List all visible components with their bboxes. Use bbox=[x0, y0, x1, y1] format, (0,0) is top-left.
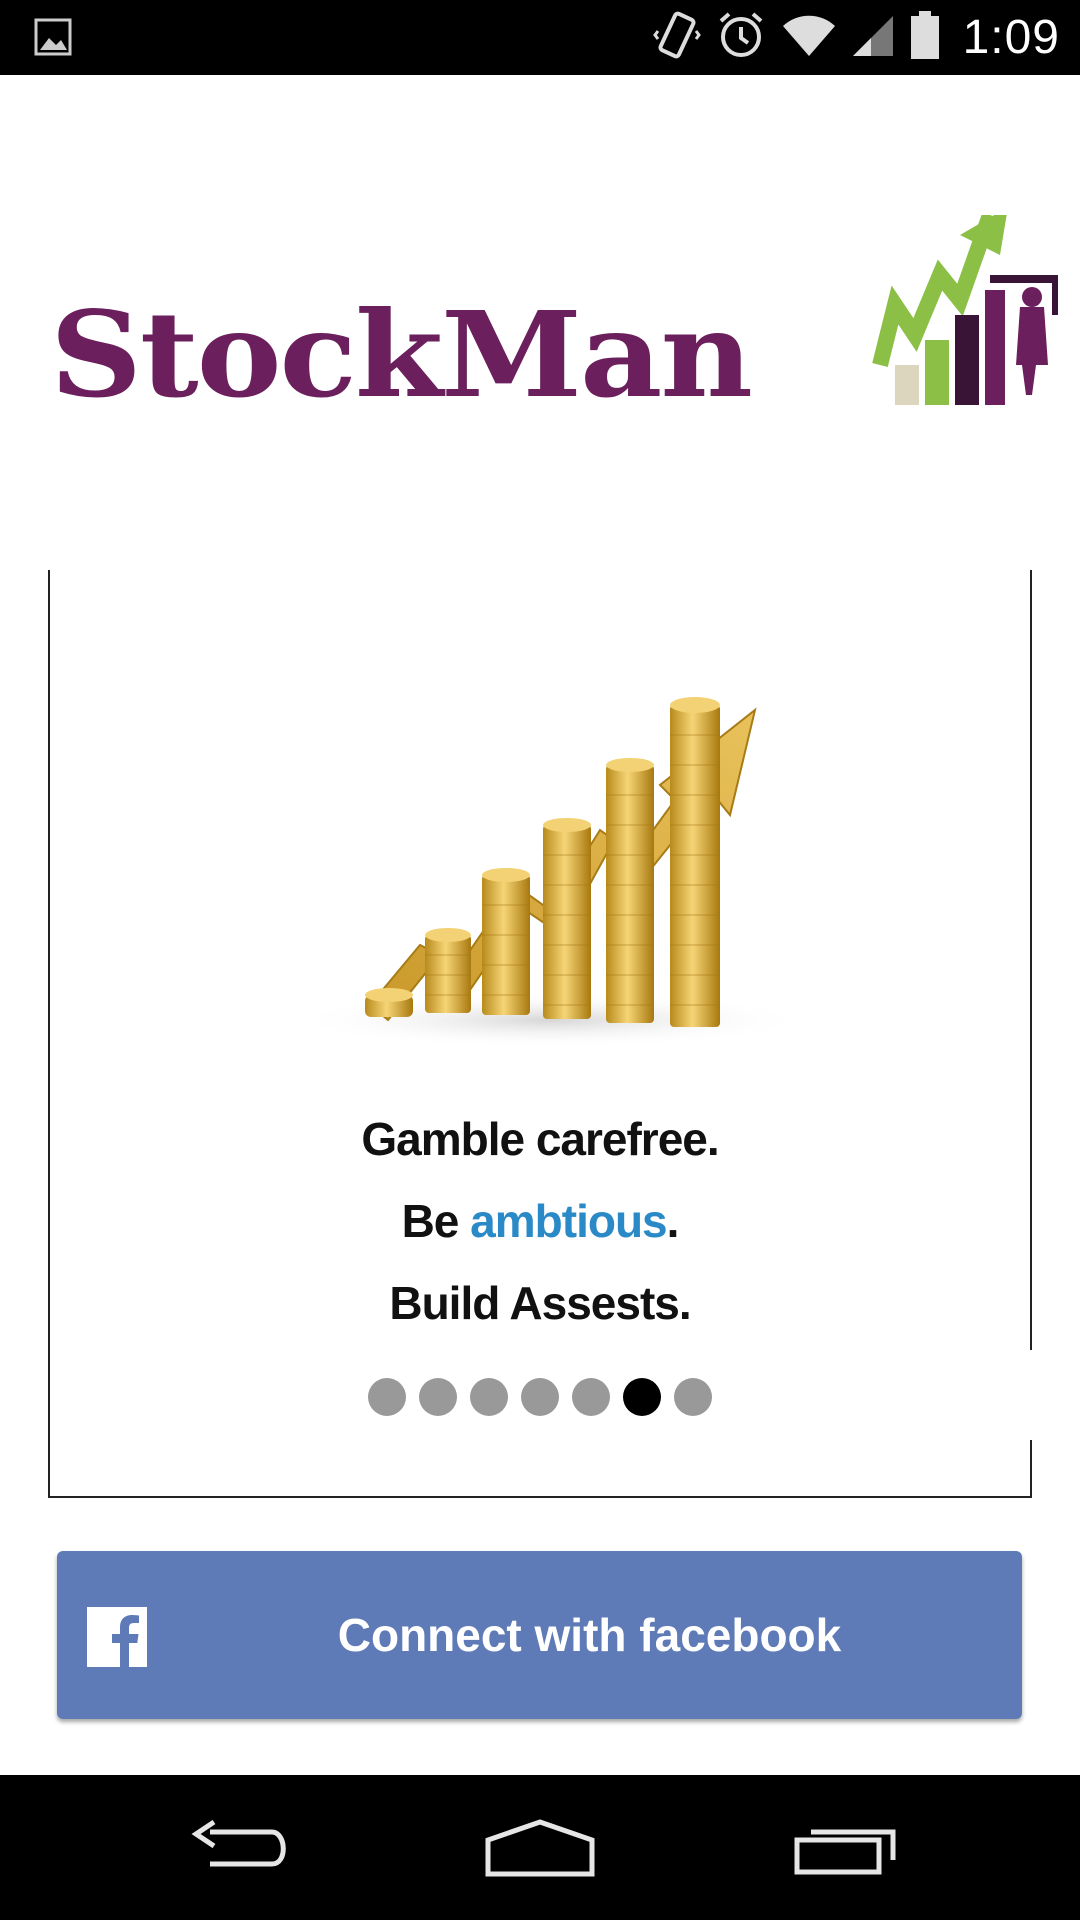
status-icons: 1:09 bbox=[652, 0, 1060, 75]
status-bar: 1:09 bbox=[0, 0, 1080, 75]
connect-facebook-label: Connect with facebook bbox=[337, 1609, 842, 1661]
coin-stacks-growth-icon bbox=[250, 615, 850, 1075]
page-dot-1[interactable] bbox=[368, 1378, 406, 1416]
recents-button[interactable] bbox=[775, 1805, 915, 1895]
back-icon bbox=[188, 1819, 292, 1881]
tagline-line-1: Gamble carefree. bbox=[361, 1113, 719, 1165]
home-button[interactable] bbox=[470, 1805, 610, 1895]
tagline-prefix: Be bbox=[401, 1195, 471, 1247]
gallery-icon bbox=[34, 18, 72, 61]
home-icon bbox=[484, 1818, 596, 1883]
alarm-icon bbox=[715, 9, 767, 66]
wifi-icon bbox=[781, 12, 837, 63]
tagline-accent-word: ambtious bbox=[470, 1195, 667, 1247]
tagline-suffix: . bbox=[666, 1195, 680, 1247]
navigation-bar bbox=[0, 1775, 1080, 1920]
onboarding-card[interactable]: Gamble carefree. Be ambtious. Build Asse… bbox=[48, 570, 1034, 1498]
status-time: 1:09 bbox=[962, 11, 1060, 64]
signal-icon bbox=[851, 12, 895, 63]
page-dot-3[interactable] bbox=[470, 1378, 508, 1416]
tagline-line-2: Be ambtious. bbox=[50, 1194, 1030, 1248]
page-dot-6[interactable] bbox=[623, 1378, 661, 1416]
tagline-line-3: Build Assests. bbox=[389, 1277, 691, 1329]
recents-icon bbox=[793, 1820, 897, 1881]
vibrate-icon bbox=[652, 9, 701, 66]
page-dot-2[interactable] bbox=[419, 1378, 457, 1416]
screen: 1:09 StockMan Gamble carefree. Be ambtio… bbox=[0, 0, 1080, 1920]
page-indicator bbox=[50, 1378, 1030, 1416]
page-dot-4[interactable] bbox=[521, 1378, 559, 1416]
page-dot-7[interactable] bbox=[674, 1378, 712, 1416]
page-dot-5[interactable] bbox=[572, 1378, 610, 1416]
app-logo: StockMan bbox=[50, 207, 1058, 425]
logo-text: StockMan bbox=[50, 285, 753, 424]
facebook-icon bbox=[87, 1607, 147, 1667]
connect-facebook-button[interactable]: Connect with facebook bbox=[57, 1551, 1022, 1719]
logo-chart-icon bbox=[830, 207, 1080, 420]
back-button[interactable] bbox=[170, 1805, 310, 1895]
battery-icon bbox=[909, 9, 941, 66]
